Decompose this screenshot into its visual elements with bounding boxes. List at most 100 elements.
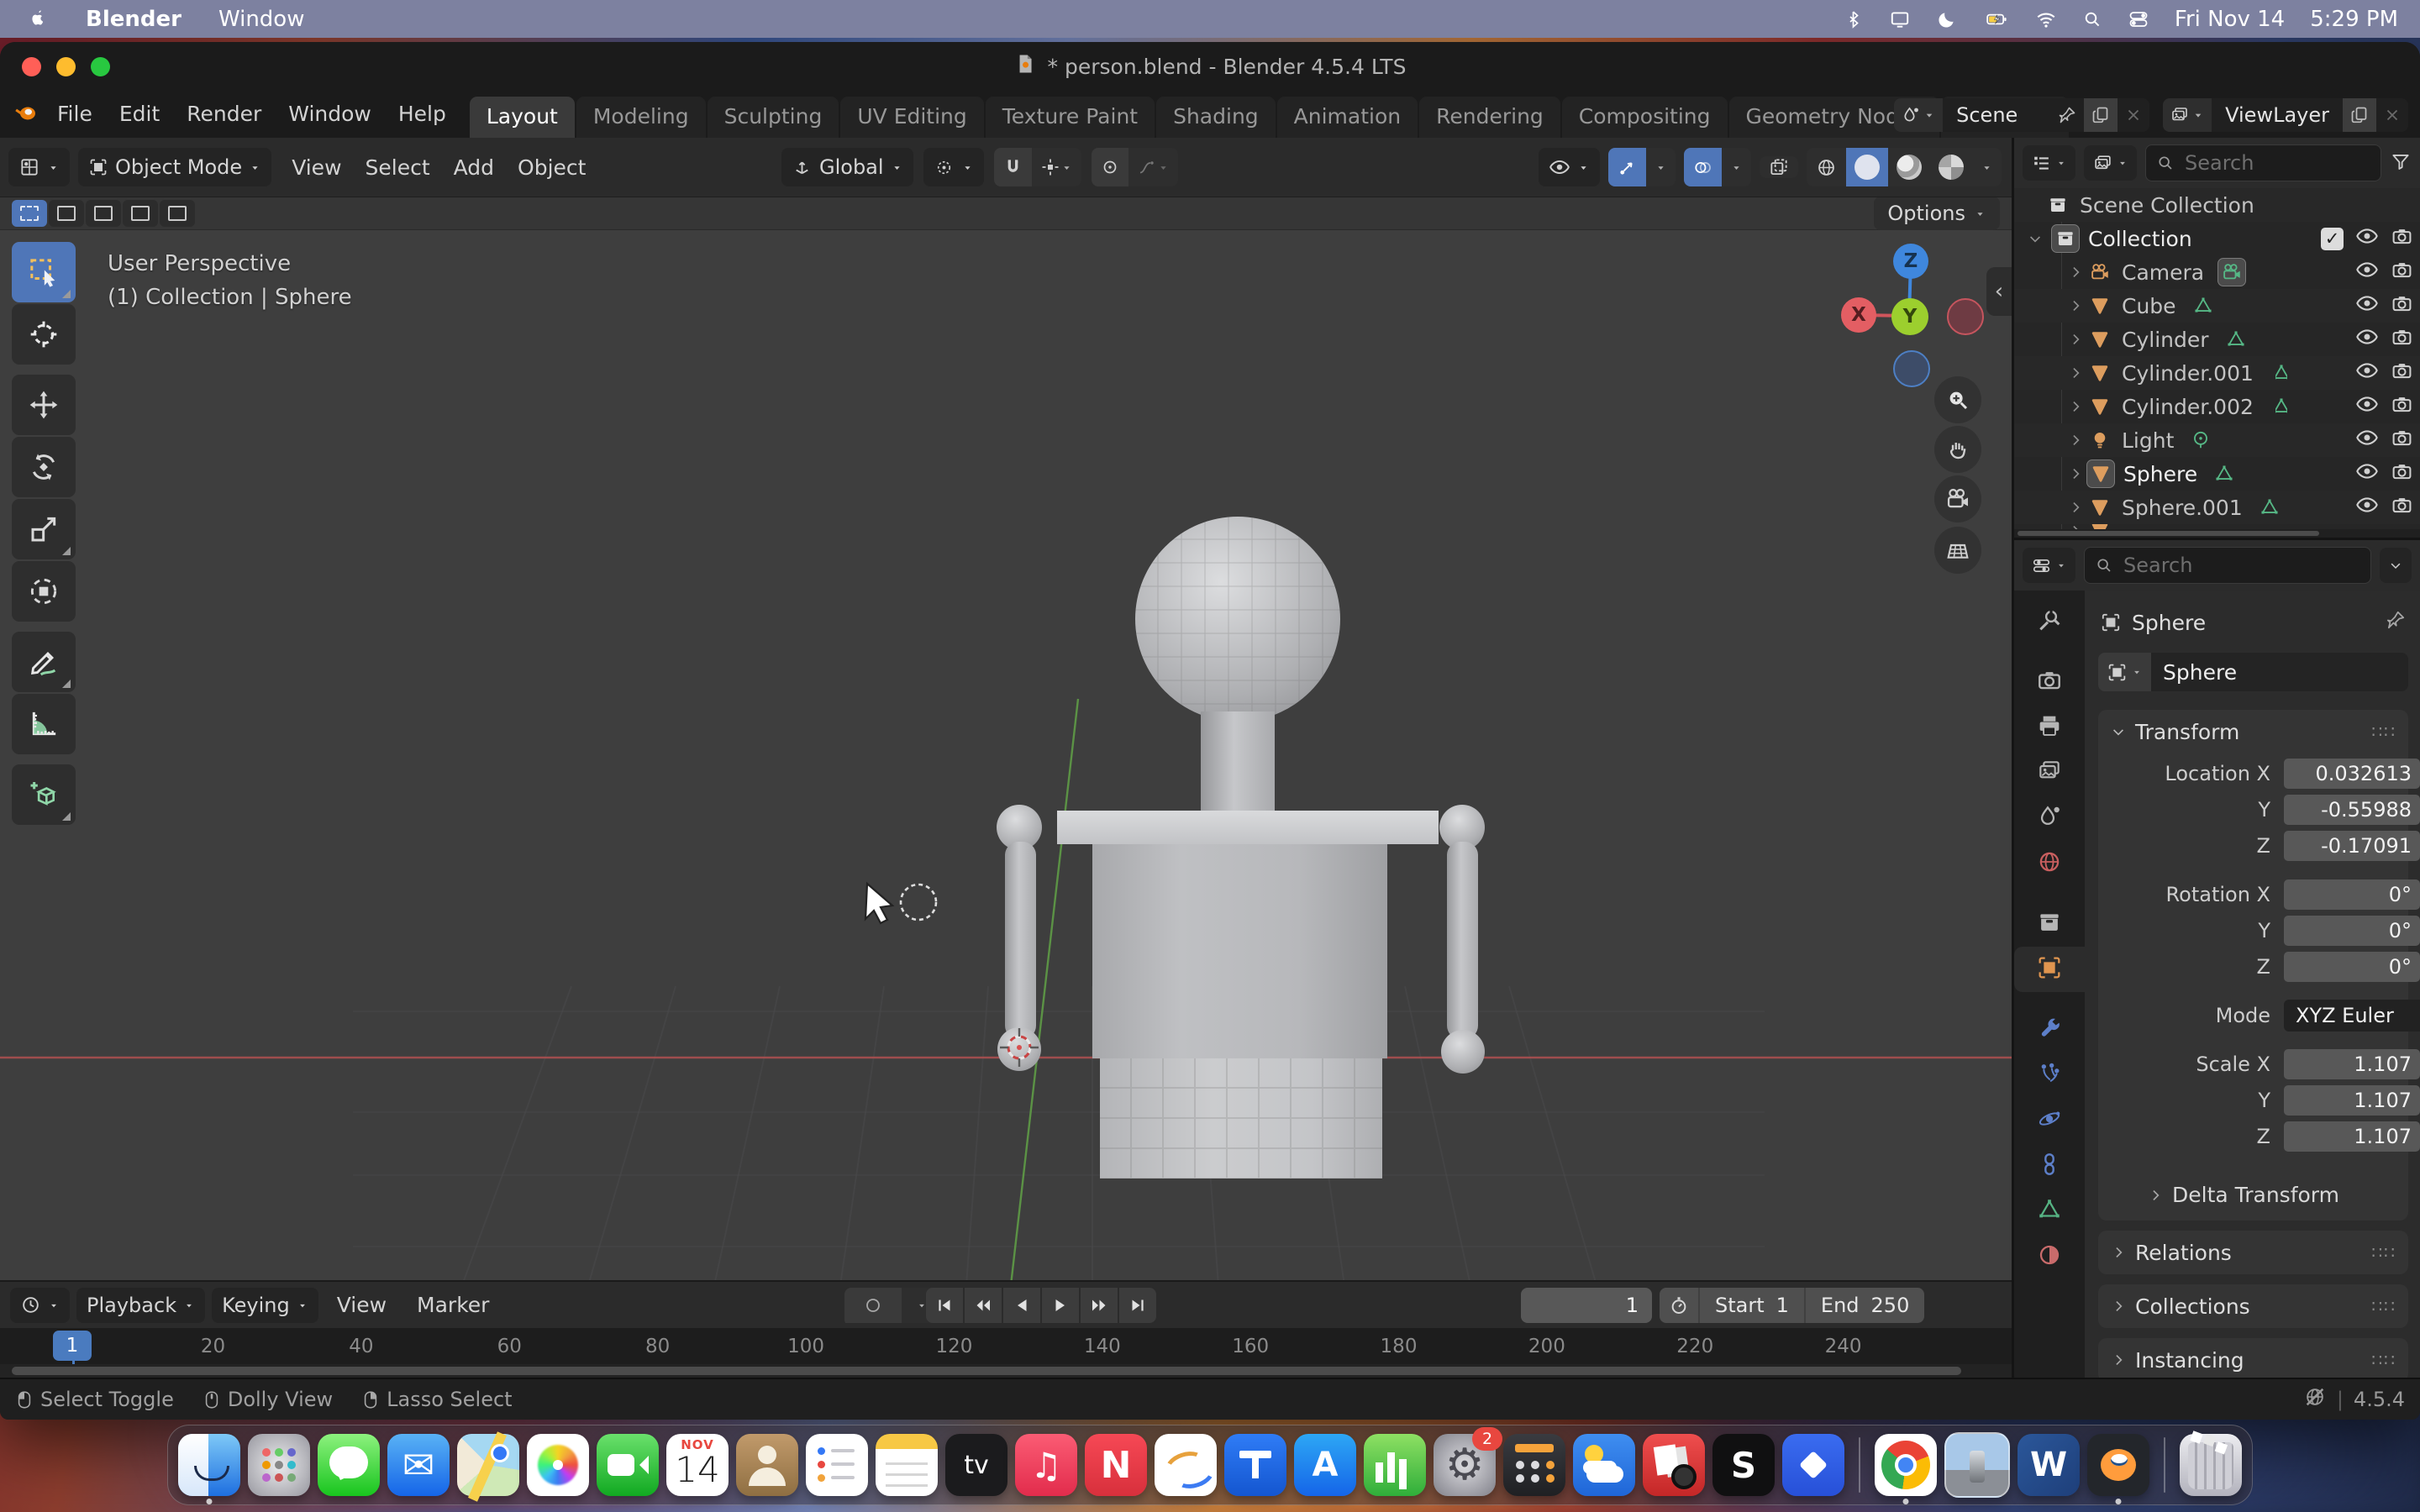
viewport-menu-add[interactable]: Add [442, 155, 506, 180]
tool-select-box-button[interactable] [12, 242, 76, 302]
scene-icon[interactable] [1894, 98, 1943, 132]
zoom-view-button[interactable] [1934, 376, 1981, 423]
current-frame-field[interactable]: 1 [1521, 1288, 1652, 1323]
workspace-tab-modeling[interactable]: Modeling [576, 97, 706, 138]
shading-rendered-button[interactable] [1930, 148, 1972, 186]
camera-data-icon[interactable] [2217, 258, 2246, 286]
tool-scale-button[interactable] [12, 499, 76, 559]
close-window-button[interactable] [22, 57, 41, 76]
timeline-view-menu[interactable]: View [325, 1293, 398, 1317]
light-data-icon[interactable] [2187, 427, 2214, 454]
shading-solid-button[interactable] [1846, 148, 1888, 186]
dock-app-reminders[interactable] [806, 1434, 868, 1496]
outliner-row-sphere[interactable]: Sphere [2014, 457, 2420, 491]
dock-app-weather[interactable] [1573, 1434, 1635, 1496]
tool-measure-button[interactable] [12, 694, 76, 754]
pin-scene-icon[interactable] [2050, 98, 2084, 132]
gizmo-x-neg-axis[interactable] [1947, 298, 1984, 335]
hide-in-viewport-icon[interactable] [2355, 325, 2379, 354]
mesh-object-icon[interactable] [2086, 494, 2113, 521]
object-id-dropdown[interactable] [2098, 653, 2151, 691]
mesh-data-icon[interactable] [2275, 393, 2287, 420]
outliner-row-cylinder.002[interactable]: Cylinder.002 [2014, 390, 2420, 423]
menubar-date[interactable]: Fri Nov 14 [2175, 7, 2285, 32]
topbar-menu-render[interactable]: Render [175, 98, 273, 129]
properties-tab-physics[interactable] [2014, 1098, 2085, 1143]
workspace-tab-compositing[interactable]: Compositing [1562, 97, 1728, 138]
overlays-dropdown[interactable] [1722, 148, 1751, 186]
show-overlays-toggle[interactable] [1684, 148, 1722, 186]
play-button[interactable] [1042, 1288, 1079, 1323]
expand-icon[interactable] [2065, 499, 2086, 516]
outliner-search[interactable] [2145, 144, 2381, 181]
pan-view-button[interactable] [1934, 426, 1981, 473]
panel-grip-icon[interactable]: ∷∷ [2372, 1296, 2396, 1316]
options-dropdown[interactable]: Options [1874, 197, 2000, 230]
properties-tab-constraints[interactable] [2014, 1143, 2085, 1189]
outliner-editor-type-dropdown[interactable] [2023, 145, 2075, 181]
spotlight-search-icon[interactable] [2082, 9, 2102, 29]
dock-app-s-app[interactable]: S [1712, 1434, 1775, 1496]
bluetooth-icon[interactable] [1844, 9, 1864, 29]
shading-wireframe-button[interactable] [1807, 148, 1846, 186]
tool-cursor-button[interactable] [12, 304, 76, 365]
delete-scene-button[interactable] [2118, 98, 2149, 132]
proportional-falloff-dropdown[interactable] [1128, 148, 1178, 186]
object-name-field[interactable]: Sphere [2151, 653, 2408, 691]
outliner-row-collection[interactable]: Collection ✓ [2014, 222, 2420, 255]
number-field[interactable]: 0.032613 [2284, 759, 2420, 789]
frame-end-field[interactable]: End250 [1804, 1288, 1924, 1323]
panel-collections[interactable]: Collections∷∷ [2098, 1284, 2408, 1328]
pin-id-icon[interactable] [2385, 609, 2407, 636]
gizmo-z-axis[interactable]: Z [1893, 244, 1928, 279]
hide-in-viewport-icon[interactable] [2355, 359, 2379, 387]
select-mode-new[interactable] [12, 200, 47, 227]
outliner-row-cube[interactable]: Cube [2014, 289, 2420, 323]
jump-to-start-button[interactable] [926, 1288, 963, 1323]
timeline-scrollbar[interactable] [0, 1364, 2012, 1378]
tool-transform-button[interactable] [12, 561, 76, 622]
collection-checkbox[interactable]: ✓ [2321, 228, 2344, 250]
topbar-menu-file[interactable]: File [45, 98, 104, 129]
viewlayer-selector[interactable]: ViewLayer [2163, 98, 2408, 132]
panel-relations[interactable]: Relations∷∷ [2098, 1231, 2408, 1274]
jump-to-end-button[interactable] [1119, 1288, 1156, 1323]
gizmo-z-neg-axis[interactable] [1893, 350, 1930, 387]
camera-view-button[interactable] [1934, 475, 1981, 522]
mesh-object-icon[interactable] [2086, 360, 2113, 386]
dock-app-apple-tv[interactable]: tv [945, 1434, 1007, 1496]
workspace-tab-uv-editing[interactable]: UV Editing [840, 97, 983, 138]
outliner-row-camera[interactable]: Camera [2014, 255, 2420, 289]
snap-toggle[interactable] [994, 148, 1032, 186]
expand-icon[interactable] [2065, 432, 2086, 449]
number-field[interactable]: 1.107 [2284, 1085, 2420, 1116]
outliner-search-input[interactable] [2183, 150, 2370, 176]
frame-start-field[interactable]: Start1 [1698, 1288, 1804, 1323]
menubar-window-menu[interactable]: Window [218, 7, 305, 32]
number-field[interactable]: 1.107 [2284, 1049, 2420, 1079]
mode-select[interactable]: XYZ Euler [2284, 1000, 2420, 1032]
transform-panel-header[interactable]: Transform ∷∷ [2098, 710, 2408, 753]
hide-in-viewport-icon[interactable] [2355, 258, 2379, 286]
hide-in-viewport-icon[interactable] [2355, 459, 2379, 488]
properties-tab-view-layer[interactable] [2014, 750, 2085, 795]
timeline-editor-type-dropdown[interactable] [10, 1288, 70, 1323]
dock-app-calendar[interactable]: NOV14 [666, 1434, 729, 1496]
workspace-tab-texture-paint[interactable]: Texture Paint [986, 97, 1155, 138]
editor-type-dropdown[interactable] [8, 148, 70, 186]
properties-tab-object-data[interactable] [2014, 1189, 2085, 1234]
visibility-dropdown[interactable] [1539, 148, 1600, 186]
outliner-row-cylinder.001[interactable]: Cylinder.001 [2014, 356, 2420, 390]
disable-in-renders-icon[interactable] [2391, 326, 2413, 354]
outliner-display-mode-dropdown[interactable] [2084, 145, 2137, 181]
workspace-tab-shading[interactable]: Shading [1156, 97, 1276, 138]
expand-icon[interactable] [2065, 365, 2086, 381]
viewport-menu-view[interactable]: View [280, 155, 353, 180]
dock-app-contacts[interactable] [736, 1434, 798, 1496]
apple-menu-icon[interactable] [27, 7, 49, 32]
new-scene-button[interactable] [2084, 98, 2118, 132]
expand-icon[interactable] [2065, 465, 2086, 482]
playhead[interactable]: 1 [53, 1331, 92, 1361]
outliner-scrollbar[interactable] [2014, 529, 2420, 538]
select-mode-extend[interactable] [49, 200, 84, 227]
